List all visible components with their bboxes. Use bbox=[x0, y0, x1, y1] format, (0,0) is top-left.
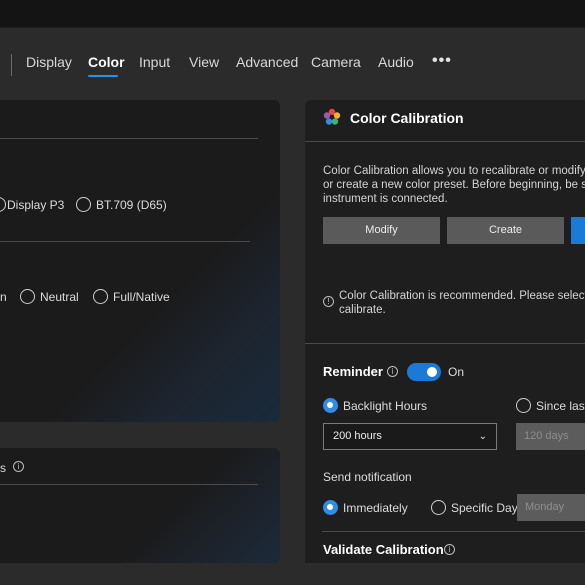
calibration-title: Color Calibration bbox=[350, 110, 464, 126]
section-label-partial: s bbox=[0, 461, 6, 475]
info-icon[interactable]: i bbox=[444, 544, 455, 555]
option-label-specific-day: Specific Day : bbox=[451, 501, 525, 515]
divider bbox=[0, 484, 258, 485]
window-top-strip bbox=[0, 0, 585, 28]
radio-since-last[interactable] bbox=[516, 398, 531, 413]
tab-input[interactable]: Input bbox=[139, 54, 170, 70]
alert-info-icon: ! bbox=[323, 296, 334, 307]
calibration-description-line: Color Calibration allows you to recalibr… bbox=[323, 165, 585, 177]
option-label-backlight-hours: Backlight Hours bbox=[343, 399, 428, 413]
reminder-label: Reminder bbox=[323, 364, 383, 379]
send-notification-label: Send notification bbox=[323, 470, 412, 484]
info-icon[interactable]: i bbox=[13, 461, 24, 472]
tab-camera[interactable]: Camera bbox=[311, 54, 361, 70]
option-label-since-last: Since last bbox=[536, 399, 585, 413]
reminder-toggle[interactable] bbox=[407, 363, 441, 381]
radio-immediately[interactable] bbox=[323, 500, 338, 515]
hours-dropdown-value: 200 hours bbox=[333, 430, 382, 442]
option-label-display-p3: Display P3 bbox=[7, 198, 65, 212]
active-tab-indicator bbox=[88, 75, 118, 77]
radio-specific-day[interactable] bbox=[431, 500, 446, 515]
option-label-immediately: Immediately bbox=[343, 501, 408, 515]
day-dropdown: Monday bbox=[517, 494, 585, 521]
more-tabs-button[interactable]: ••• bbox=[432, 52, 452, 70]
radio-bt709[interactable] bbox=[76, 197, 91, 212]
radio-neutral[interactable] bbox=[20, 289, 35, 304]
days-dropdown: 120 days bbox=[516, 423, 585, 450]
divider bbox=[0, 138, 258, 139]
tab-color[interactable]: Color bbox=[88, 54, 125, 70]
nav-divider bbox=[11, 54, 12, 76]
color-calibration-icon bbox=[323, 108, 341, 125]
tab-view[interactable]: View bbox=[189, 54, 219, 70]
chevron-down-icon: ⌄ bbox=[478, 431, 487, 442]
info-icon[interactable]: i bbox=[387, 366, 398, 377]
divider bbox=[305, 343, 585, 344]
calibration-notice-line: calibrate. bbox=[339, 304, 386, 316]
create-button[interactable]: Create bbox=[447, 217, 564, 244]
tab-advanced[interactable]: Advanced bbox=[236, 54, 298, 70]
tab-display[interactable]: Display bbox=[26, 54, 72, 70]
radio-full-native[interactable] bbox=[93, 289, 108, 304]
start-calibration-button[interactable] bbox=[571, 217, 585, 244]
color-settings-panel bbox=[0, 100, 280, 422]
radio-backlight-hours[interactable] bbox=[323, 398, 338, 413]
toggle-state-label: On bbox=[448, 365, 465, 379]
hours-dropdown[interactable]: 200 hours ⌄ bbox=[323, 423, 497, 450]
secondary-settings-panel bbox=[0, 448, 280, 563]
divider bbox=[322, 531, 585, 532]
option-label-full-native: Full/Native bbox=[113, 290, 170, 304]
option-label-bt709: BT.709 (D65) bbox=[96, 198, 167, 212]
calibration-description-line: or create a new color preset. Before beg… bbox=[323, 179, 585, 191]
modify-button[interactable]: Modify bbox=[323, 217, 440, 244]
option-label-neutral: Neutral bbox=[40, 290, 79, 304]
divider bbox=[0, 241, 250, 242]
calibration-notice-line: Color Calibration is recommended. Please… bbox=[339, 290, 585, 302]
validate-calibration-label: Validate Calibration bbox=[323, 542, 444, 557]
divider bbox=[305, 141, 585, 142]
tab-audio[interactable]: Audio bbox=[378, 54, 414, 70]
option-label-partial: n bbox=[0, 290, 7, 304]
calibration-description-line: instrument is connected. bbox=[323, 193, 448, 205]
